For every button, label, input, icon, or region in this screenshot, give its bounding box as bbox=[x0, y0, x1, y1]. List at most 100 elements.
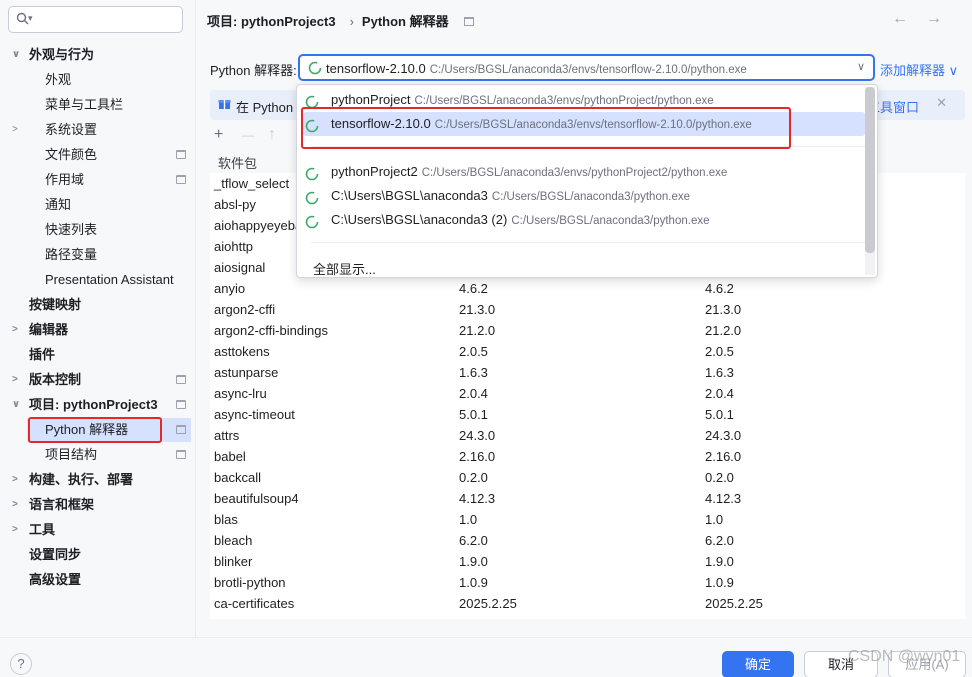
table-row[interactable]: bleach 6.2.0 6.2.0 bbox=[210, 530, 965, 551]
package-version: 5.0.1 bbox=[459, 407, 488, 422]
table-row[interactable]: beautifulsoup4 4.12.3 4.12.3 bbox=[210, 488, 965, 509]
dialog-footer: ? 确定 取消 应用(A) bbox=[0, 637, 972, 677]
table-row[interactable]: brotli-python 1.0.9 1.0.9 bbox=[210, 572, 965, 593]
page-icon bbox=[464, 17, 475, 26]
sidebar-item-label: 菜单与工具栏 bbox=[45, 97, 124, 112]
sidebar-item[interactable]: > 版本控制 bbox=[0, 369, 186, 391]
sidebar-item-label: 构建、执行、部署 bbox=[29, 472, 134, 487]
column-header-package[interactable]: 软件包 bbox=[218, 153, 257, 172]
interpreter-option-path: C:/Users/BGSL/anaconda3/envs/pythonProje… bbox=[421, 167, 728, 179]
sidebar-item[interactable]: ∨ 项目: pythonProject3 bbox=[0, 394, 186, 416]
interpreter-option[interactable]: C:\Users\BGSL\anaconda3 C:/Users/BGSL/ana… bbox=[305, 184, 855, 208]
sidebar-item-label: 高级设置 bbox=[29, 572, 82, 587]
table-row[interactable]: argon2-cffi 21.3.0 21.3.0 bbox=[210, 299, 965, 320]
chevron-right-icon[interactable]: > bbox=[12, 319, 18, 341]
table-row[interactable]: async-timeout 5.0.1 5.0.1 bbox=[210, 404, 965, 425]
interpreter-option[interactable]: pythonProject2 C:/Users/BGSL/anaconda3/en… bbox=[305, 160, 855, 184]
sidebar-item[interactable]: 通知 bbox=[0, 194, 186, 216]
sidebar-item[interactable]: Presentation Assistant bbox=[0, 269, 186, 291]
sidebar-item-label: 通知 bbox=[45, 197, 72, 212]
sidebar-item[interactable]: 菜单与工具栏 bbox=[0, 94, 186, 116]
chevron-down-icon[interactable]: ∨ bbox=[12, 44, 20, 66]
interpreter-option[interactable]: C:\Users\BGSL\anaconda3 (2) C:/Users/BGSL… bbox=[305, 208, 855, 232]
table-row[interactable]: ca-certificates 2025.2.25 2025.2.25 bbox=[210, 593, 965, 614]
sidebar-item[interactable]: 快速列表 bbox=[0, 219, 186, 241]
project-scope-icon bbox=[176, 375, 186, 384]
close-icon[interactable]: ✕ bbox=[936, 95, 947, 111]
sidebar-item[interactable]: > 工具 bbox=[0, 519, 186, 541]
interpreter-select[interactable]: tensorflow-2.10.0 C:/Users/BGSL/anaconda3… bbox=[298, 54, 875, 81]
popup-scrollbar-thumb[interactable] bbox=[865, 87, 875, 253]
sidebar-item[interactable]: > 编辑器 bbox=[0, 319, 186, 341]
show-all-link[interactable]: 全部显示... bbox=[313, 259, 376, 278]
table-row[interactable]: backcall 0.2.0 0.2.0 bbox=[210, 467, 965, 488]
sidebar-item[interactable]: 插件 bbox=[0, 344, 186, 366]
table-row[interactable]: async-lru 2.0.4 2.0.4 bbox=[210, 383, 965, 404]
package-name: async-lru bbox=[214, 386, 267, 401]
chevron-right-icon[interactable]: > bbox=[12, 369, 18, 391]
sidebar-item-label: 版本控制 bbox=[29, 372, 82, 387]
sidebar-item[interactable]: > 系统设置 bbox=[0, 119, 186, 141]
table-row[interactable]: argon2-cffi-bindings 21.2.0 21.2.0 bbox=[210, 320, 965, 341]
breadcrumb-project[interactable]: 项目: pythonProject3 bbox=[207, 14, 336, 29]
package-name: asttokens bbox=[214, 344, 270, 359]
package-version: 0.2.0 bbox=[459, 470, 488, 485]
remove-package-button[interactable]: — bbox=[242, 128, 254, 142]
package-version: 4.12.3 bbox=[459, 491, 496, 506]
package-name: babel bbox=[214, 449, 246, 464]
back-arrow-icon[interactable]: ← bbox=[892, 10, 926, 27]
breadcrumb-page: Python 解释器 bbox=[361, 14, 449, 29]
package-name: attrs bbox=[214, 428, 240, 443]
sidebar-item[interactable]: ∨ 外观与行为 bbox=[0, 44, 186, 66]
package-version: 2.0.4 bbox=[459, 386, 488, 401]
table-row[interactable]: blas 1.0 1.0 bbox=[210, 509, 965, 530]
package-latest-version: 24.3.0 bbox=[705, 428, 742, 443]
sidebar-item[interactable]: > 语言和框架 bbox=[0, 494, 186, 516]
forward-arrow-icon[interactable]: → bbox=[926, 10, 960, 27]
package-name: argon2-cffi-bindings bbox=[214, 323, 328, 338]
chevron-down-icon[interactable]: ∨ bbox=[12, 394, 20, 416]
nav-buttons: ←→ bbox=[892, 10, 960, 28]
upgrade-package-button[interactable]: ↑ bbox=[268, 126, 276, 144]
table-row[interactable]: babel 2.16.0 2.16.0 bbox=[210, 446, 965, 467]
table-row[interactable]: astunparse 1.6.3 1.6.3 bbox=[210, 362, 965, 383]
package-latest-version: 21.3.0 bbox=[705, 302, 742, 317]
sidebar-item-label: 作用域 bbox=[45, 172, 85, 187]
popup-scrollbar[interactable] bbox=[865, 87, 875, 275]
search-input[interactable]: ▾ bbox=[8, 6, 183, 33]
sidebar-item[interactable]: 路径变量 bbox=[0, 244, 186, 266]
add-interpreter-link[interactable]: 添加解释器 ∨ bbox=[880, 60, 958, 79]
sidebar-item[interactable]: 设置同步 bbox=[0, 544, 186, 566]
conda-env-icon bbox=[308, 61, 322, 78]
chevron-right-icon[interactable]: > bbox=[12, 469, 18, 491]
interpreter-option-path: C:/Users/BGSL/anaconda3/envs/pythonProje… bbox=[414, 95, 714, 107]
help-button[interactable]: ? bbox=[10, 653, 32, 675]
chevron-right-icon[interactable]: > bbox=[12, 494, 18, 516]
package-version: 24.3.0 bbox=[459, 428, 496, 443]
table-row[interactable]: asttokens 2.0.5 2.0.5 bbox=[210, 341, 965, 362]
table-row[interactable]: attrs 24.3.0 24.3.0 bbox=[210, 425, 965, 446]
project-scope-icon bbox=[176, 150, 186, 159]
sidebar-item[interactable]: 按键映射 bbox=[0, 294, 186, 316]
sidebar-item[interactable]: 作用域 bbox=[0, 169, 186, 191]
sidebar-item[interactable]: 项目结构 bbox=[0, 444, 186, 466]
table-row[interactable]: anyio 4.6.2 4.6.2 bbox=[210, 278, 965, 299]
table-row[interactable]: blinker 1.9.0 1.9.0 bbox=[210, 551, 965, 572]
chevron-right-icon[interactable]: > bbox=[12, 519, 18, 541]
sidebar-item-label: 插件 bbox=[29, 347, 56, 362]
interpreter-option-name: pythonProject2 bbox=[331, 164, 418, 179]
interpreter-path: C:/Users/BGSL/anaconda3/envs/tensorflow-… bbox=[429, 64, 747, 76]
add-package-button[interactable]: + bbox=[214, 126, 223, 144]
popup-separator bbox=[311, 242, 867, 243]
chevron-down-icon: ∨ bbox=[856, 61, 865, 73]
sidebar-item[interactable]: 文件颜色 bbox=[0, 144, 186, 166]
sidebar-item[interactable]: 高级设置 bbox=[0, 569, 186, 591]
breadcrumb: 项目: pythonProject3 › Python 解释器 bbox=[207, 11, 480, 30]
chevron-right-icon[interactable]: > bbox=[12, 119, 18, 141]
sidebar-item[interactable]: 外观 bbox=[0, 69, 186, 91]
sidebar-item[interactable]: > 构建、执行、部署 bbox=[0, 469, 186, 491]
conda-env-icon bbox=[305, 213, 319, 237]
project-scope-icon bbox=[176, 450, 186, 459]
ok-button[interactable]: 确定 bbox=[722, 651, 794, 677]
package-latest-version: 2.0.4 bbox=[705, 386, 734, 401]
